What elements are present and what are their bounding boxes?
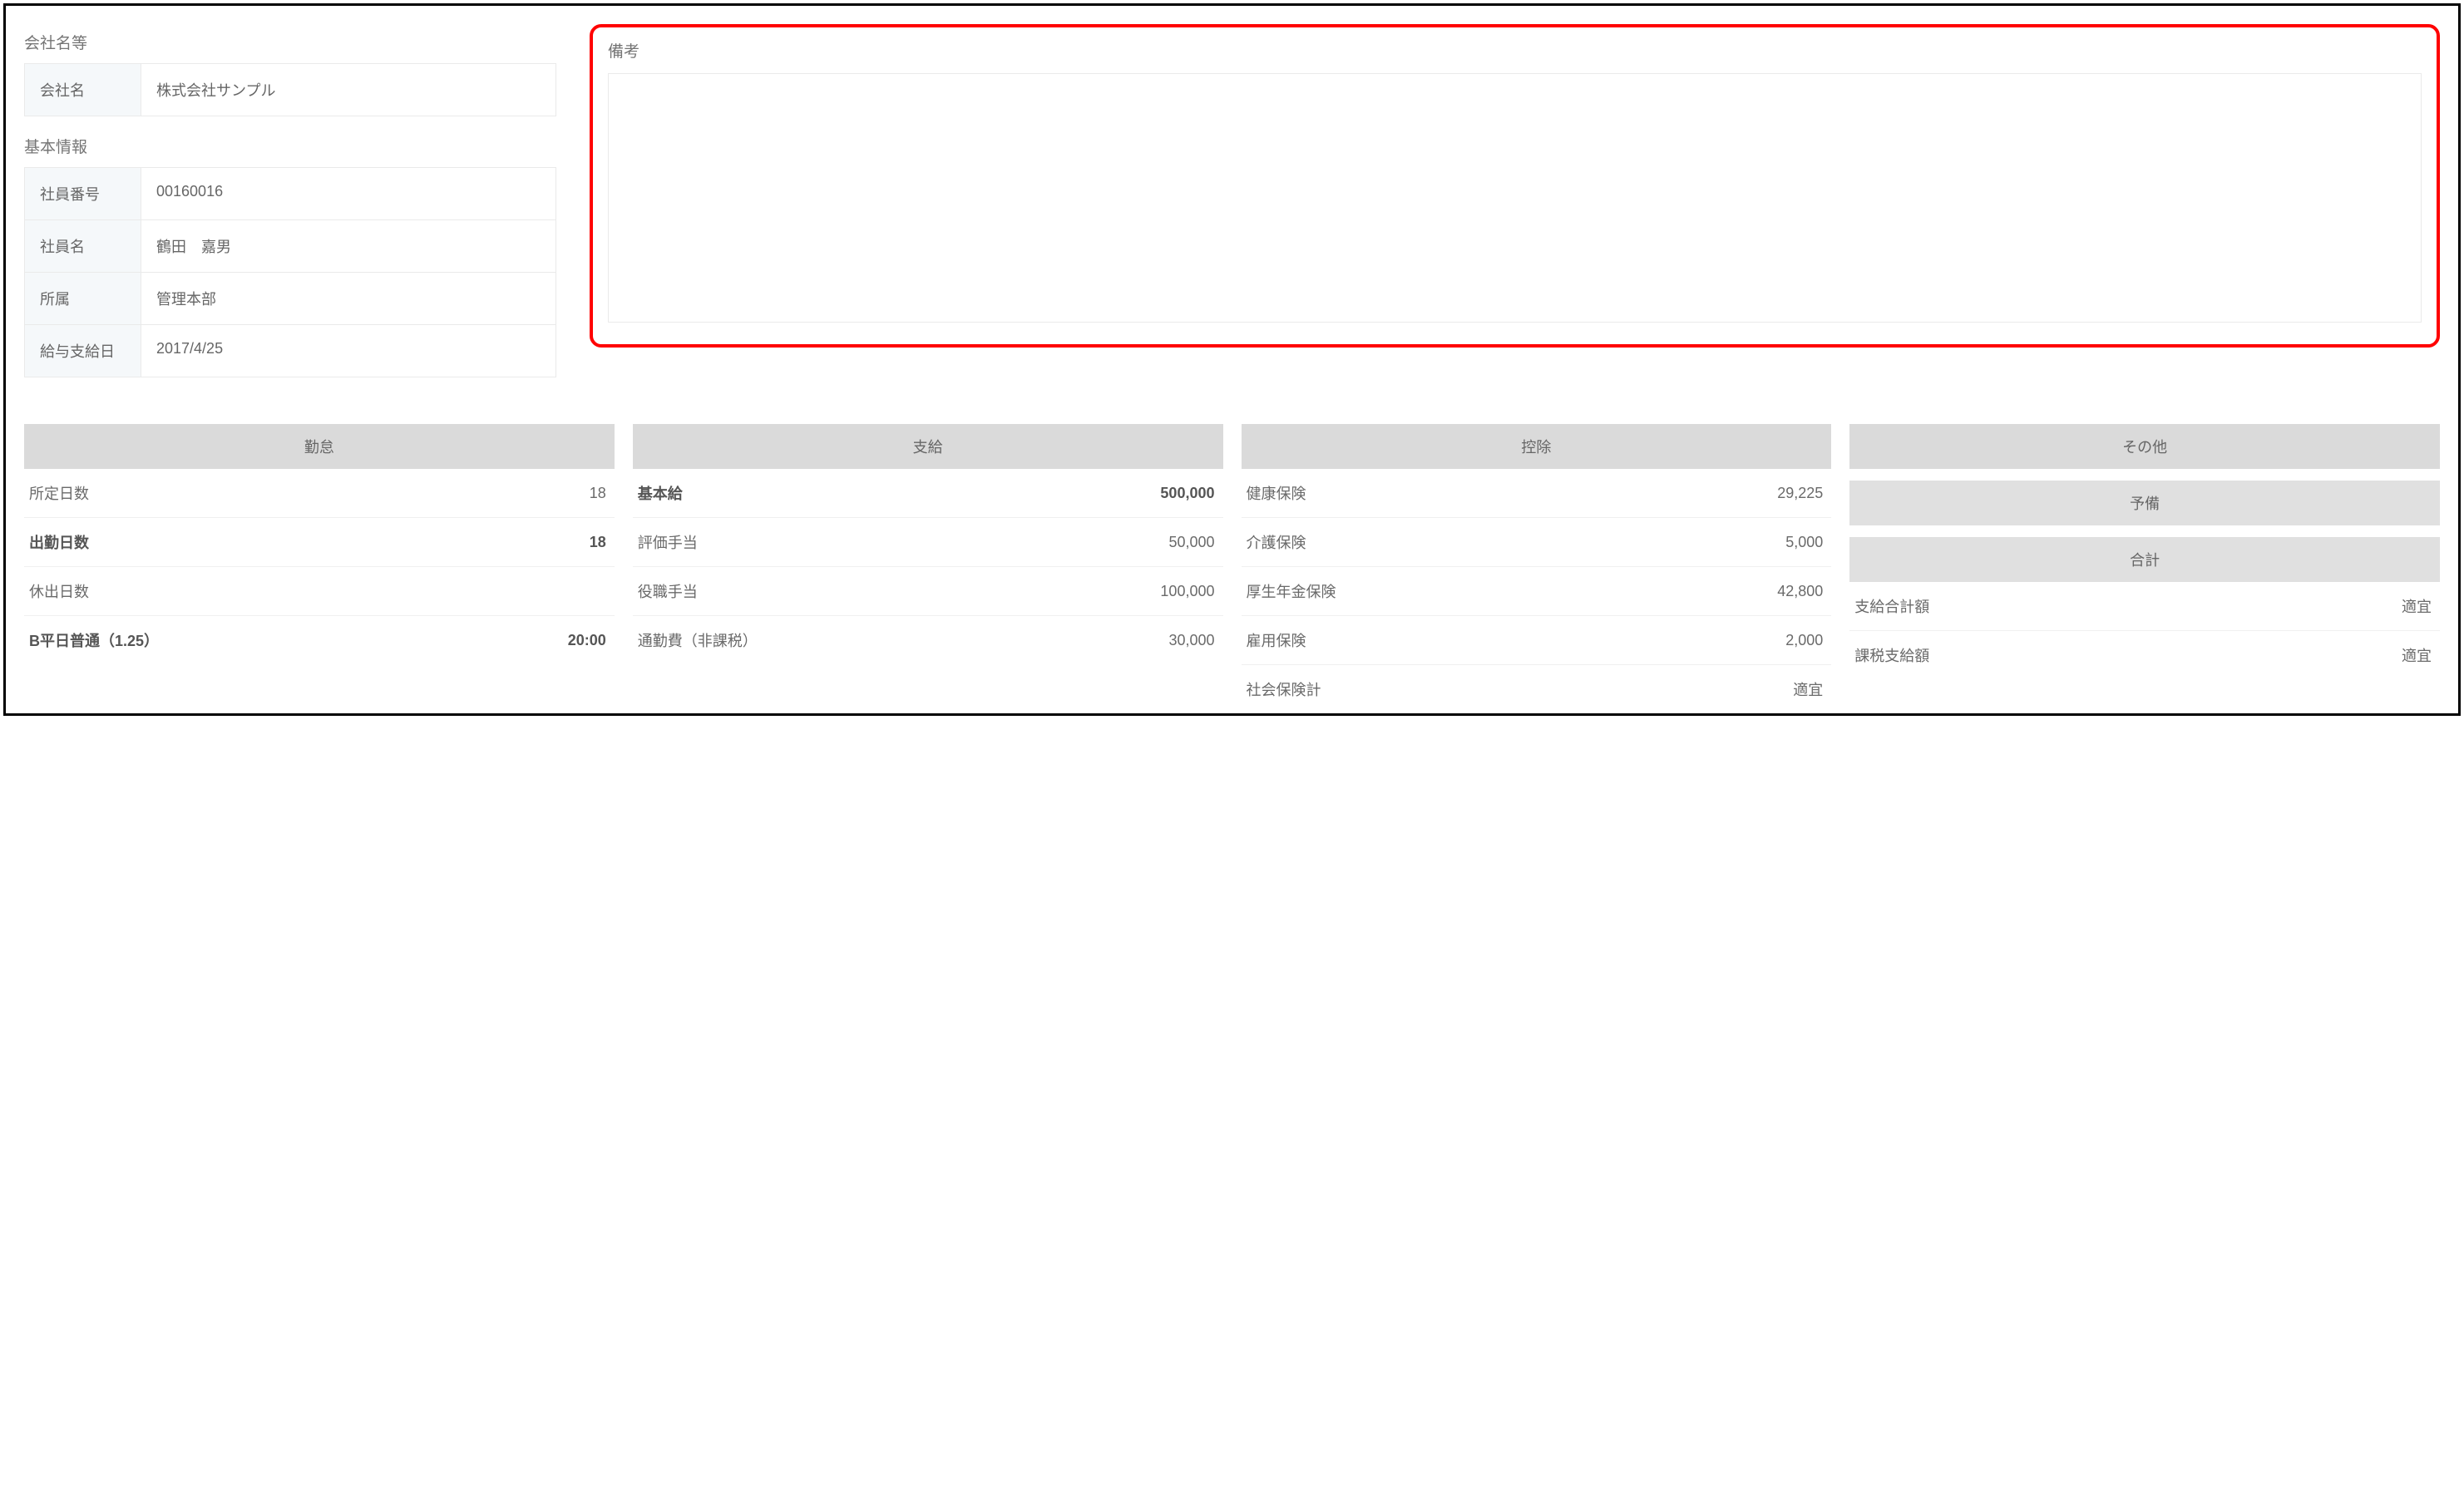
remarks-textarea[interactable] [608, 73, 2422, 323]
stat-value: 29,225 [1777, 485, 1823, 502]
employee-name-label: 社員名 [25, 220, 141, 272]
employee-number-row: 社員番号 00160016 [25, 168, 556, 220]
payment-date-row: 給与支給日 2017/4/25 [25, 325, 556, 377]
attendance-header: 勤怠 [24, 424, 615, 469]
employee-name-row: 社員名 鶴田 嘉男 [25, 220, 556, 273]
company-name-row: 会社名 株式会社サンプル [25, 64, 556, 116]
stat-label: 休出日数 [29, 580, 89, 602]
stat-row-overtime-b: B平日普通（1.25） 20:00 [24, 616, 615, 664]
stat-value: 30,000 [1168, 632, 1214, 649]
stat-label: 通勤費（非課税） [638, 629, 758, 651]
remarks-heading: 備考 [608, 39, 2422, 62]
company-section-heading: 会社名等 [24, 31, 556, 53]
deduction-column: 控除 健康保険 29,225 介護保険 5,000 厚生年金保険 42,800 … [1242, 424, 1832, 713]
department-row: 所属 管理本部 [25, 273, 556, 325]
stat-row-health-insurance: 健康保険 29,225 [1242, 469, 1832, 518]
stat-row-work-days: 出勤日数 18 [24, 518, 615, 567]
stat-row-payment-total: 支給合計額 適宜 [1849, 582, 2440, 631]
employee-name-value: 鶴田 嘉男 [141, 220, 556, 272]
stat-row-social-insurance-total: 社会保険計 適宜 [1242, 665, 1832, 713]
employee-number-label: 社員番号 [25, 168, 141, 219]
stat-value: 20:00 [568, 632, 606, 649]
stat-value: 5,000 [1785, 534, 1823, 551]
stats-grid: 勤怠 所定日数 18 出勤日数 18 休出日数 B平日普通（1.25） 20:0… [24, 424, 2440, 713]
stat-value: 50,000 [1168, 534, 1214, 551]
stat-row-taxable-payment: 課税支給額 適宜 [1849, 631, 2440, 679]
stat-row-position-allowance: 役職手当 100,000 [633, 567, 1223, 616]
stat-value: 42,800 [1777, 583, 1823, 600]
company-table: 会社名 株式会社サンプル [24, 63, 556, 116]
stat-value: 500,000 [1160, 485, 1214, 502]
payment-column: 支給 基本給 500,000 評価手当 50,000 役職手当 100,000 … [633, 424, 1223, 713]
employee-number-value: 00160016 [141, 168, 556, 219]
attendance-column: 勤怠 所定日数 18 出勤日数 18 休出日数 B平日普通（1.25） 20:0… [24, 424, 615, 713]
stat-label: 健康保険 [1247, 482, 1306, 504]
stat-label: 雇用保険 [1247, 629, 1306, 651]
stat-label: 出勤日数 [29, 531, 89, 553]
stat-value: 適宜 [2402, 644, 2432, 666]
stat-value: 18 [590, 534, 606, 551]
department-label: 所属 [25, 273, 141, 324]
stat-label: 所定日数 [29, 482, 89, 504]
stat-row-evaluation-allowance: 評価手当 50,000 [633, 518, 1223, 567]
basic-info-table: 社員番号 00160016 社員名 鶴田 嘉男 所属 管理本部 給与支給日 20… [24, 167, 556, 377]
total-header: 合計 [1849, 537, 2440, 582]
company-name-label: 会社名 [25, 64, 141, 116]
payment-header: 支給 [633, 424, 1223, 469]
stat-value: 適宜 [2402, 595, 2432, 617]
department-value: 管理本部 [141, 273, 556, 324]
stat-row-care-insurance: 介護保険 5,000 [1242, 518, 1832, 567]
stat-row-holiday-work-days: 休出日数 [24, 567, 615, 616]
basic-info-heading: 基本情報 [24, 135, 556, 157]
stat-label: 厚生年金保険 [1247, 580, 1336, 602]
stat-value: 100,000 [1160, 583, 1214, 600]
basic-info-section: 基本情報 社員番号 00160016 社員名 鶴田 嘉男 所属 管理本部 [24, 135, 556, 377]
stat-value: 2,000 [1785, 632, 1823, 649]
other-header: その他 [1849, 424, 2440, 469]
remarks-highlight-box: 備考 [590, 24, 2440, 348]
other-column: その他 予備 合計 支給合計額 適宜 課税支給額 適宜 [1849, 424, 2440, 713]
stat-label: 支給合計額 [1854, 595, 1929, 617]
payment-date-value: 2017/4/25 [141, 325, 556, 377]
payment-date-label: 給与支給日 [25, 325, 141, 377]
stat-label: 介護保険 [1247, 531, 1306, 553]
stat-value: 適宜 [1793, 678, 1823, 700]
stat-row-commute-allowance: 通勤費（非課税） 30,000 [633, 616, 1223, 664]
stat-label: 役職手当 [638, 580, 698, 602]
reserve-header: 予備 [1849, 481, 2440, 525]
stat-value: 18 [590, 485, 606, 502]
stat-row-scheduled-days: 所定日数 18 [24, 469, 615, 518]
company-name-value: 株式会社サンプル [141, 64, 556, 116]
stat-label: B平日普通（1.25） [29, 629, 159, 651]
company-section: 会社名等 会社名 株式会社サンプル [24, 31, 556, 116]
stat-label: 評価手当 [638, 531, 698, 553]
stat-row-base-salary: 基本給 500,000 [633, 469, 1223, 518]
stat-label: 社会保険計 [1247, 678, 1321, 700]
stat-row-pension-insurance: 厚生年金保険 42,800 [1242, 567, 1832, 616]
stat-row-employment-insurance: 雇用保険 2,000 [1242, 616, 1832, 665]
stat-label: 基本給 [638, 482, 683, 504]
deduction-header: 控除 [1242, 424, 1832, 469]
stat-label: 課税支給額 [1854, 644, 1929, 666]
